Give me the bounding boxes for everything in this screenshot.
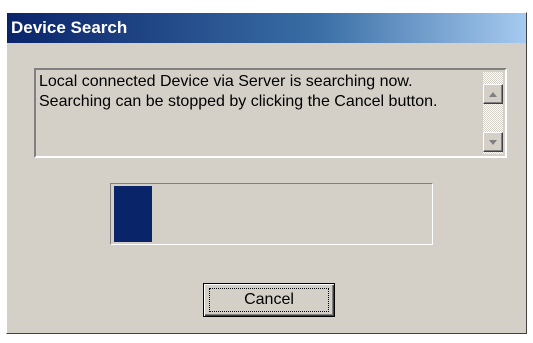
status-message-box: Local connected Device via Server is sea…: [34, 68, 507, 158]
cancel-button-label: Cancel: [209, 288, 329, 312]
dialog-title: Device Search: [7, 13, 526, 43]
status-message-text: Local connected Device via Server is sea…: [39, 73, 438, 110]
search-progress-bar: [110, 183, 433, 245]
progress-bar-fill: [114, 186, 152, 242]
scroll-up-arrow-icon: [489, 91, 497, 97]
scroll-up-button[interactable]: [483, 84, 503, 104]
cancel-button[interactable]: Cancel: [203, 283, 335, 317]
scroll-down-button[interactable]: [483, 132, 503, 152]
scroll-down-arrow-icon: [489, 139, 497, 145]
device-search-dialog: Device Search Local connected Device via…: [6, 12, 527, 334]
message-scrollbar[interactable]: [483, 72, 503, 154]
